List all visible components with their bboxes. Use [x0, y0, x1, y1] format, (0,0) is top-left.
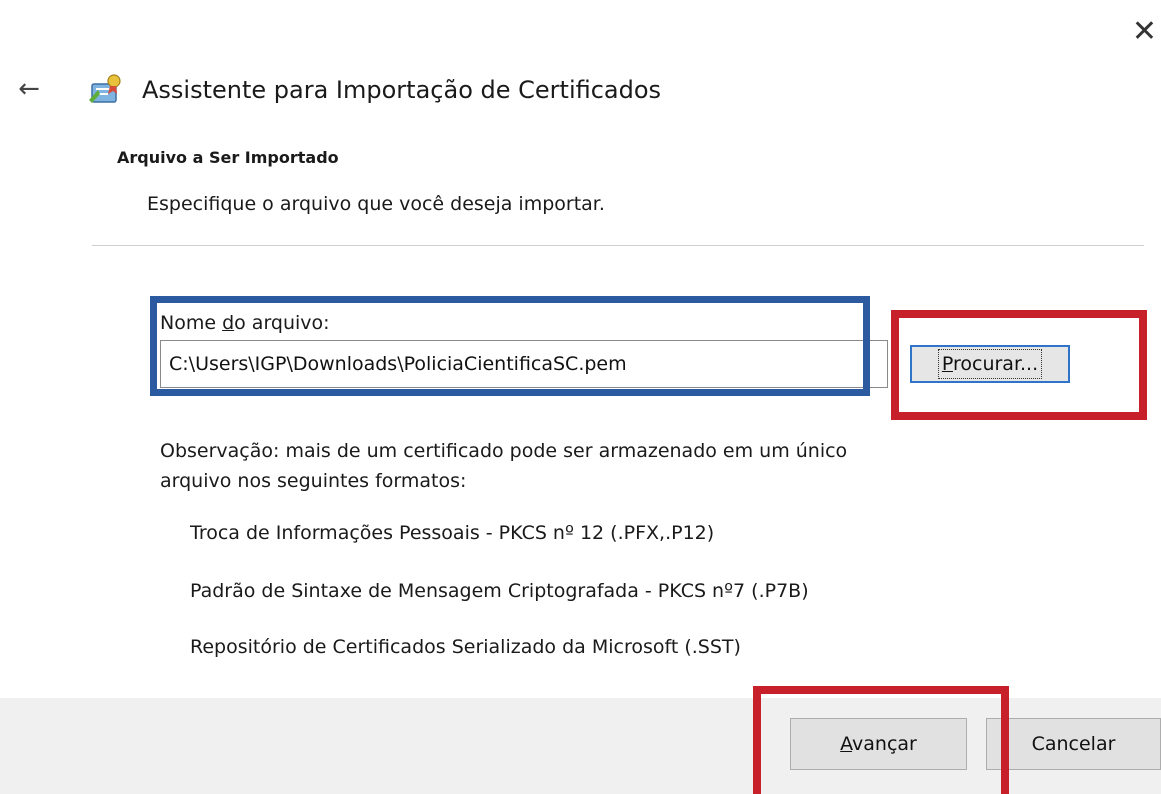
format-item: Padrão de Sintaxe de Mensagem Criptograf…: [190, 580, 809, 602]
next-label-rest: vançar: [852, 733, 917, 755]
section-heading: Arquivo a Ser Importado: [117, 148, 339, 167]
close-icon[interactable]: ✕: [1128, 14, 1161, 50]
file-name-label-pre: Nome: [160, 312, 223, 334]
cancel-button[interactable]: Cancelar: [986, 718, 1161, 770]
wizard-title: Assistente para Importação de Certificad…: [142, 76, 662, 104]
format-item: Troca de Informações Pessoais - PKCS nº …: [190, 522, 715, 544]
note-text: Observação: mais de um certificado pode …: [160, 440, 848, 492]
format-item: Repositório de Certificados Serializado …: [190, 636, 741, 658]
header-divider: [92, 245, 1144, 246]
file-name-label-accelerator: d: [222, 312, 235, 334]
section-subtitle: Especifique o arquivo que você deseja im…: [147, 193, 605, 215]
file-name-input[interactable]: [160, 340, 888, 388]
browse-button-label: Procurar...: [937, 349, 1043, 379]
browse-label-rest: rocurar...: [952, 353, 1039, 375]
next-button[interactable]: Avançar: [790, 718, 967, 770]
next-accelerator: A: [840, 733, 853, 755]
browse-button[interactable]: Procurar...: [910, 345, 1070, 383]
browse-accelerator: P: [941, 353, 953, 375]
back-arrow-icon[interactable]: ←: [14, 72, 44, 106]
file-name-label-post: o arquivo:: [234, 312, 330, 334]
file-name-label: Nome do arquivo:: [160, 310, 330, 336]
certificate-wizard-icon: [88, 72, 128, 106]
